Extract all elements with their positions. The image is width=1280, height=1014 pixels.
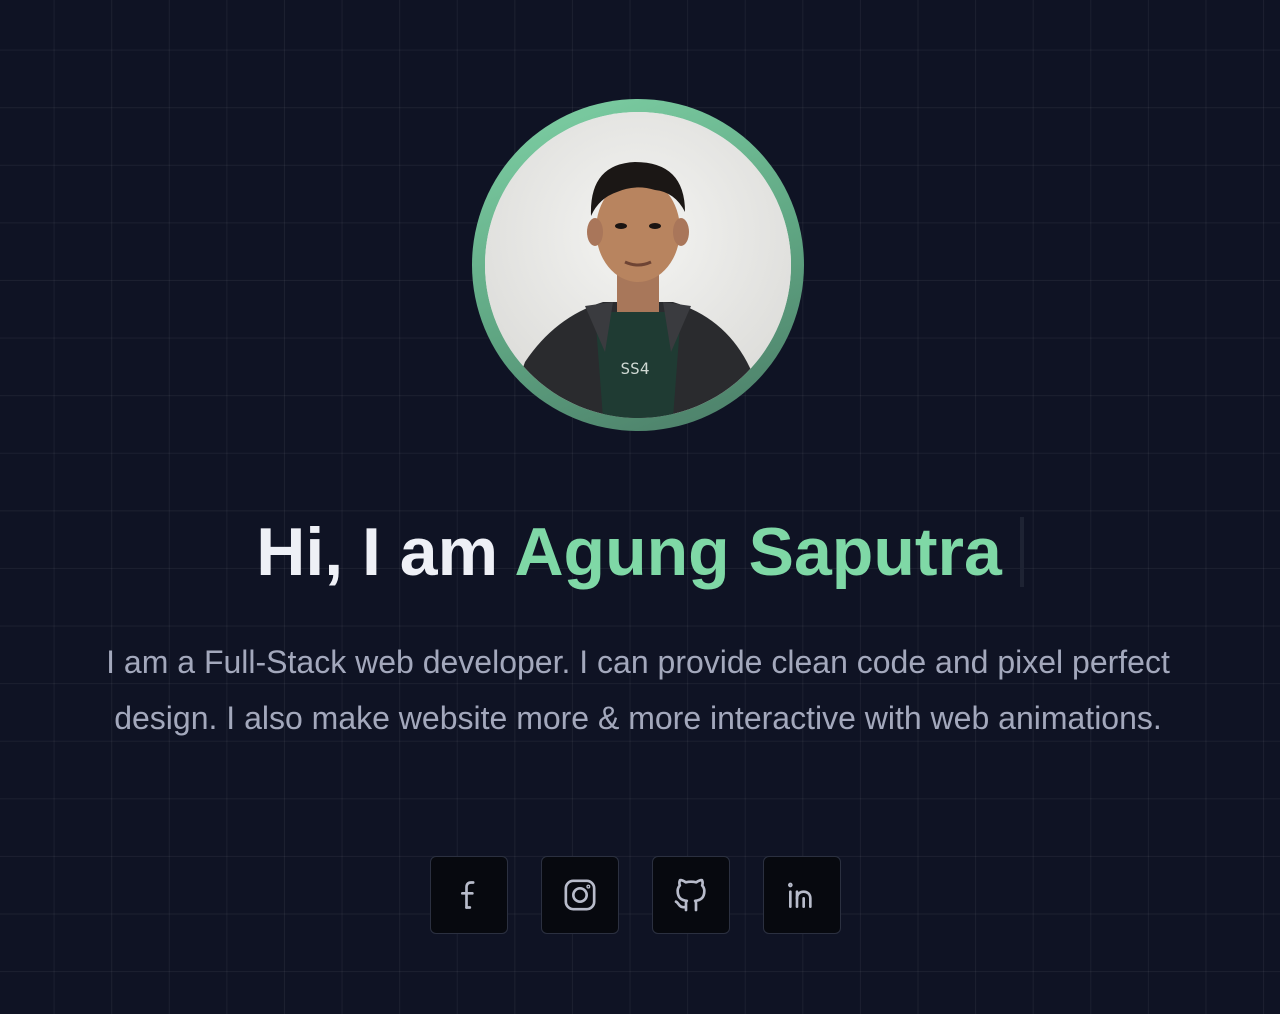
github-icon	[674, 878, 706, 912]
avatar-frame: SS4	[472, 99, 804, 431]
hero-headline: Hi, I am Agung Saputra	[0, 512, 1280, 592]
svg-text:SS4: SS4	[621, 359, 650, 378]
instagram-link[interactable]	[541, 856, 619, 934]
hero-greeting: Hi, I am	[256, 514, 499, 590]
hero-intro: I am a Full-Stack web developer. I can p…	[106, 644, 1170, 736]
typing-cursor	[1019, 517, 1024, 587]
instagram-icon	[564, 879, 596, 911]
social-links	[430, 856, 841, 934]
linkedin-link[interactable]	[763, 856, 841, 934]
facebook-icon	[461, 881, 475, 909]
avatar-photo: SS4	[485, 112, 791, 418]
avatar: SS4	[485, 112, 791, 418]
github-link[interactable]	[652, 856, 730, 934]
facebook-link[interactable]	[430, 856, 508, 934]
linkedin-icon	[788, 882, 812, 908]
hero-name: Agung Saputra	[514, 514, 1002, 590]
